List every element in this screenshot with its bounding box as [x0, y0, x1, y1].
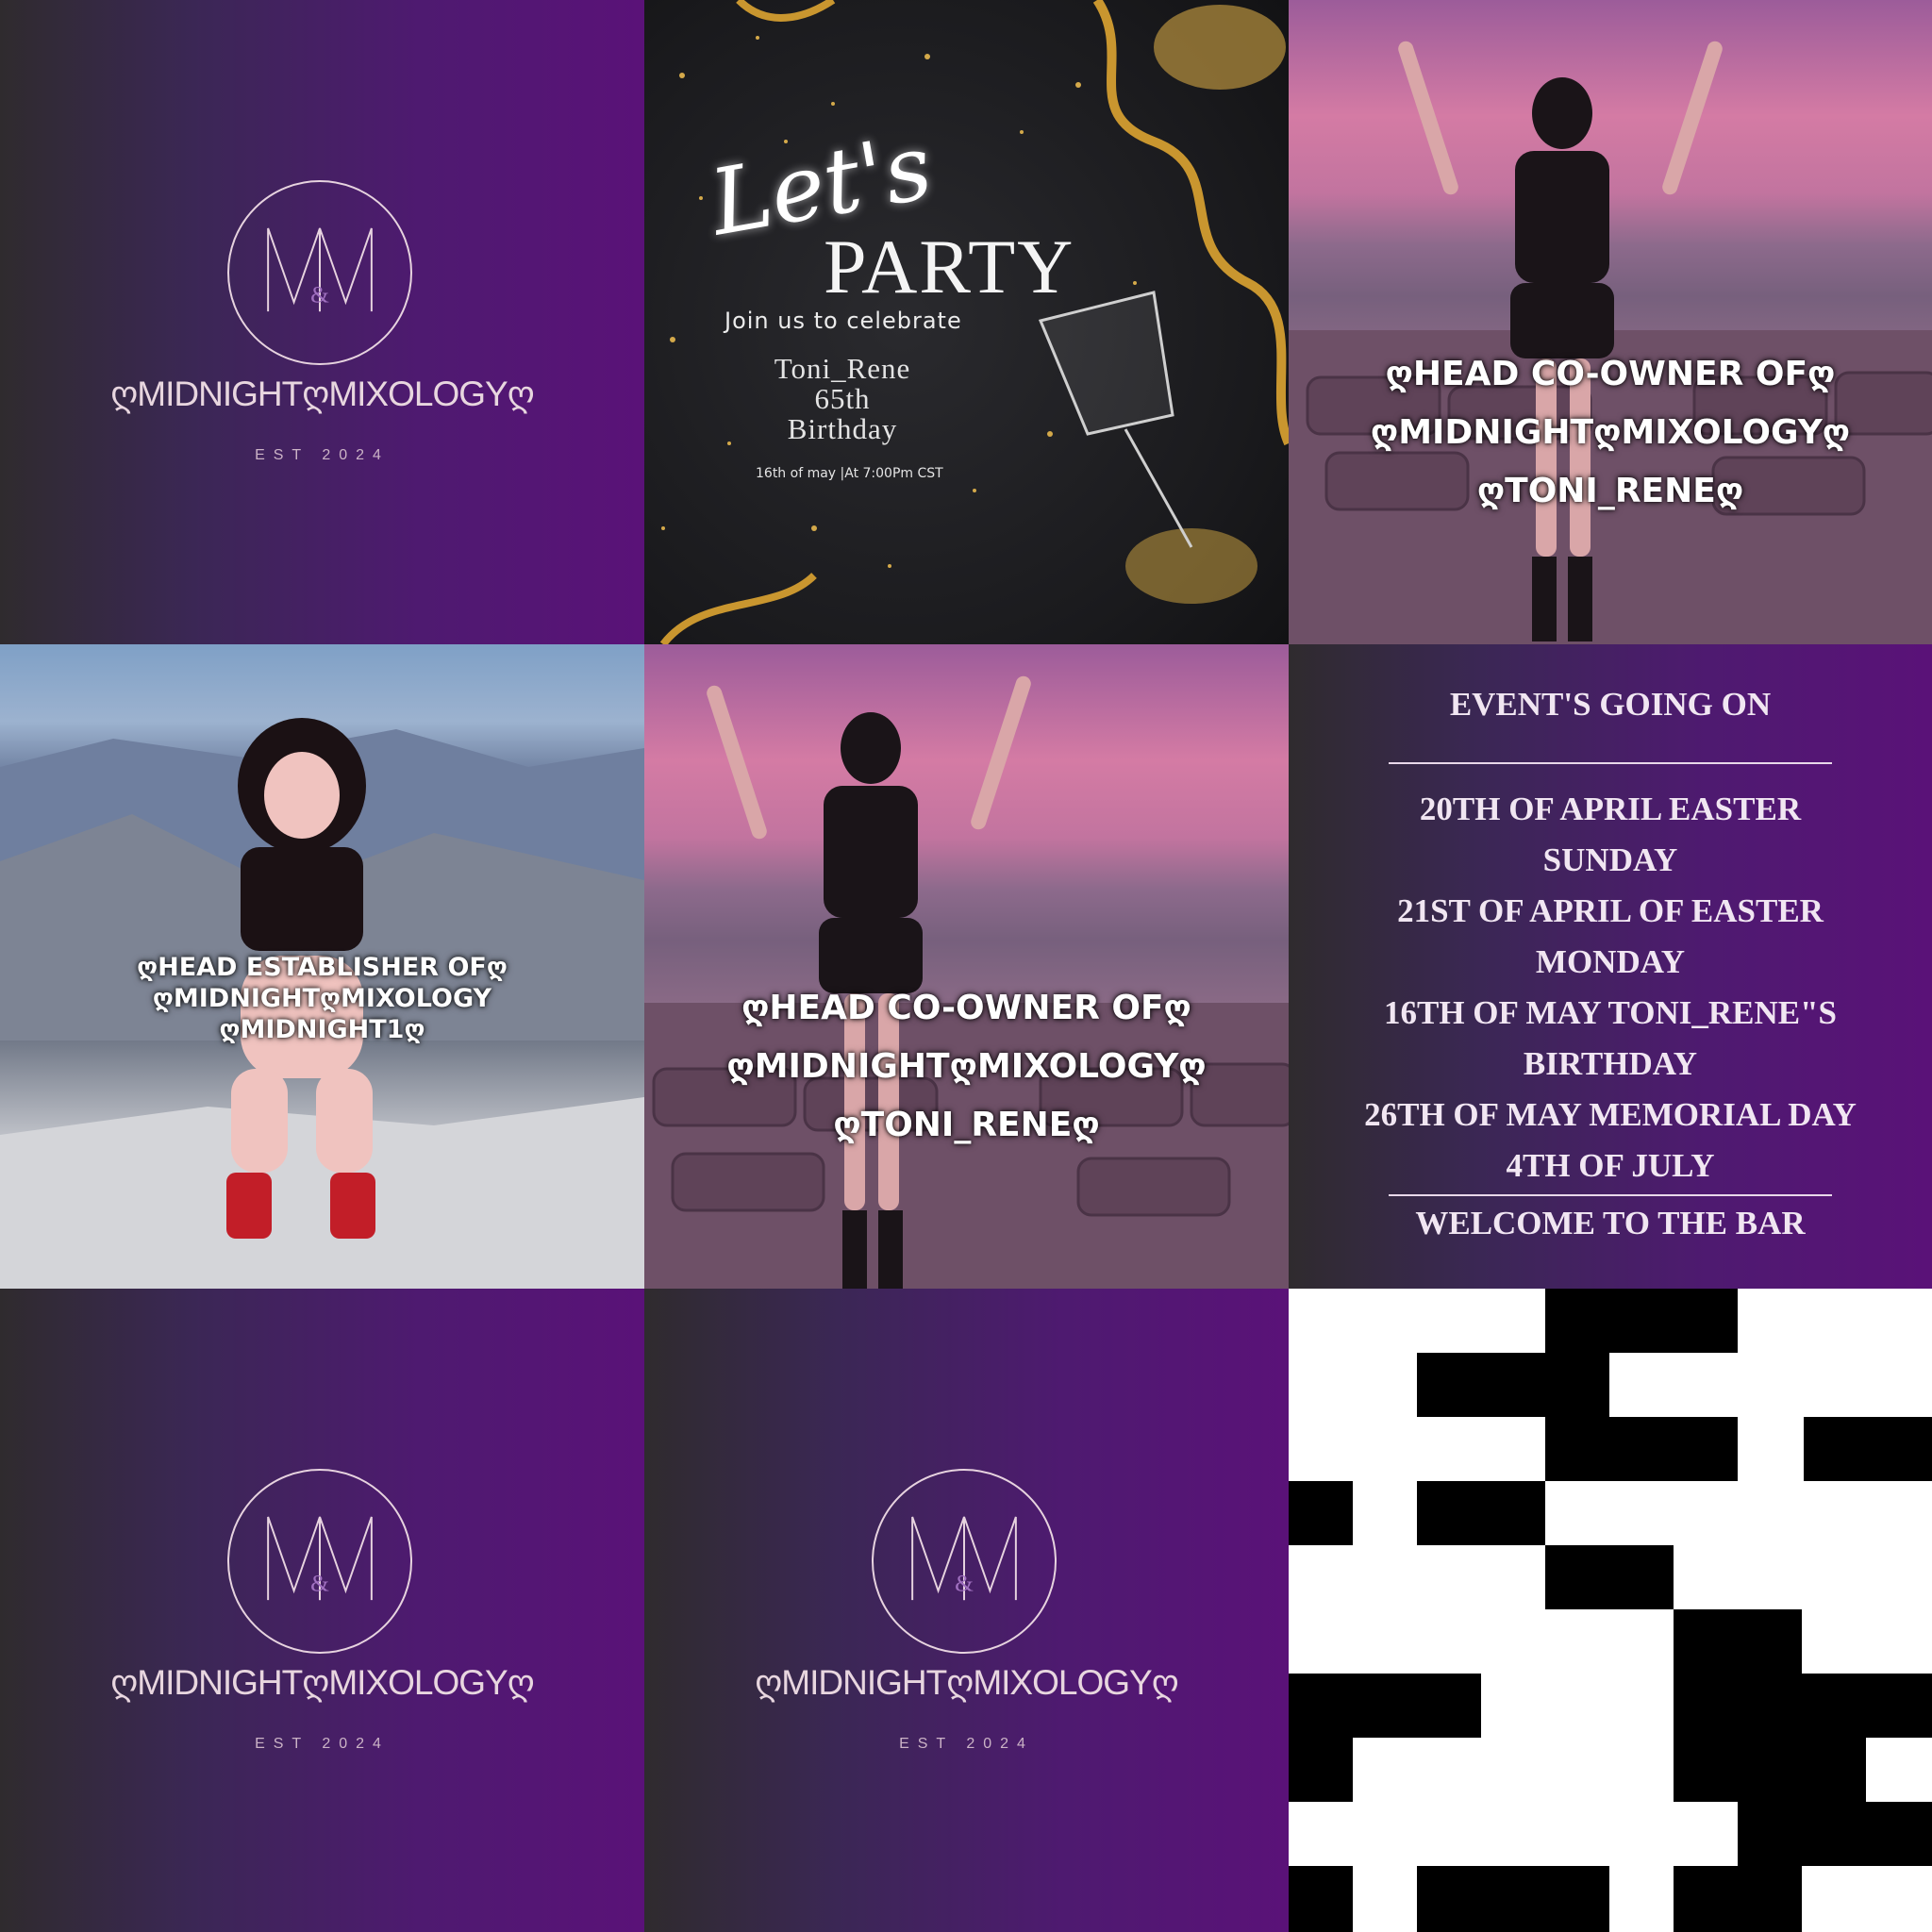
logo-tile[interactable]: & ღMIDNIGHTღMIXOLOGYღ EST 2024: [0, 0, 644, 644]
events-tile[interactable]: EVENT'S GOING ON 20TH OF APRIL EASTER SU…: [1289, 644, 1932, 1289]
avatar-scene: [644, 675, 1289, 1289]
establisher-line1: ღHEAD ESTABLISHER OFღ: [137, 953, 508, 982]
monogram-icon: &: [267, 1516, 373, 1601]
qr-code-tile[interactable]: [1289, 1289, 1932, 1932]
party-main-title: PARTY: [824, 224, 1075, 309]
event-line: SUNDAY: [1542, 841, 1678, 878]
qr-code-icon: [1289, 1289, 1932, 1932]
coowner-photo-tile[interactable]: ღHEAD CO-OWNER OFღ ღMIDNIGHTღMIXOLOGYღ ღ…: [1289, 0, 1932, 644]
monogram-emblem: &: [227, 180, 412, 365]
monogram-icon: &: [911, 1516, 1017, 1601]
honoree-name: Toni_Rene: [774, 352, 911, 385]
event-line: 26TH OF MAY MEMORIAL DAY: [1364, 1096, 1857, 1133]
coowner-line3: ღTONI_RENEღ: [833, 1106, 1100, 1144]
events-list: 20TH OF APRIL EASTER SUNDAY 21ST OF APRI…: [1289, 784, 1932, 1191]
brand-name: ღMIDNIGHTღMIXOLOGYღ: [110, 1663, 535, 1702]
established-label: EST 2024: [255, 1736, 390, 1752]
events-title: EVENT'S GOING ON: [1449, 686, 1772, 723]
svg-text:&: &: [955, 1569, 974, 1596]
establisher-photo-tile[interactable]: ღHEAD ESTABLISHER OFღ ღMIDNIGHTღMIXOLOGY…: [0, 644, 644, 1289]
honoree-block: Toni_Rene 65th Birthday: [720, 354, 965, 444]
coowner-caption: ღHEAD CO-OWNER OFღ ღMIDNIGHTღMIXOLOGYღ ღ…: [1289, 345, 1932, 521]
occasion-label: Birthday: [787, 412, 898, 445]
events-footer: WELCOME TO THE BAR: [1415, 1205, 1806, 1241]
event-line: MONDAY: [1535, 943, 1686, 980]
svg-text:&: &: [310, 280, 329, 308]
avatar-scene: [1289, 41, 1932, 644]
events-divider-bottom: [1389, 1194, 1832, 1196]
events-divider-top: [1389, 762, 1832, 764]
event-line: 4TH OF JULY: [1506, 1147, 1715, 1184]
coowner-line2: ღMIDNIGHTღMIXOLOGYღ: [726, 1047, 1207, 1086]
party-datetime: 16th of may |At 7:00Pm CST: [756, 466, 943, 481]
establisher-caption: ღHEAD ESTABLISHER OFღ ღMIDNIGHTღMIXOLOGY…: [0, 952, 644, 1045]
coowner-line1: ღHEAD CO-OWNER OFღ: [1385, 355, 1836, 393]
monogram-emblem: &: [872, 1469, 1057, 1654]
party-invite-tile[interactable]: Let's PARTY Join us to celebrate Toni_Re…: [644, 0, 1289, 644]
event-line: 20TH OF APRIL EASTER: [1419, 791, 1802, 827]
establisher-line3: ღMIDNIGHT1ღ: [219, 1015, 425, 1044]
monogram-emblem: &: [227, 1469, 412, 1654]
photo-grid: & ღMIDNIGHTღMIXOLOGYღ EST 2024 Let's PAR…: [0, 0, 1932, 1932]
invite-text: Join us to celebrate: [724, 308, 962, 334]
honoree-age: 65th: [814, 382, 871, 415]
monogram-icon: &: [267, 227, 373, 312]
coowner-line1: ღHEAD CO-OWNER OFღ: [741, 989, 1191, 1027]
established-label: EST 2024: [255, 447, 390, 463]
svg-text:&: &: [310, 1569, 329, 1596]
brand-name: ღMIDNIGHTღMIXOLOGYღ: [110, 375, 535, 413]
event-line: 16TH OF MAY TONI_RENE"S: [1383, 994, 1838, 1031]
establisher-line2: ღMIDNIGHTღMIXOLOGY: [152, 984, 492, 1013]
coowner-line3: ღTONI_RENEღ: [1476, 472, 1744, 510]
event-line: 21ST OF APRIL OF EASTER: [1397, 892, 1824, 929]
event-line: BIRTHDAY: [1523, 1045, 1698, 1082]
logo-tile-2[interactable]: & ღMIDNIGHTღMIXOLOGYღ EST 2024: [0, 1289, 644, 1932]
established-label: EST 2024: [899, 1736, 1034, 1752]
brand-name: ღMIDNIGHTღMIXOLOGYღ: [755, 1663, 1179, 1702]
coowner-photo-tile-2[interactable]: ღHEAD CO-OWNER OFღ ღMIDNIGHTღMIXOLOGYღ ღ…: [644, 644, 1289, 1289]
coowner-caption-2: ღHEAD CO-OWNER OFღ ღMIDNIGHTღMIXOLOGYღ ღ…: [644, 979, 1289, 1155]
coowner-line2: ღMIDNIGHTღMIXOLOGYღ: [1370, 413, 1851, 452]
logo-tile-3[interactable]: & ღMIDNIGHTღMIXOLOGYღ EST 2024: [644, 1289, 1289, 1932]
